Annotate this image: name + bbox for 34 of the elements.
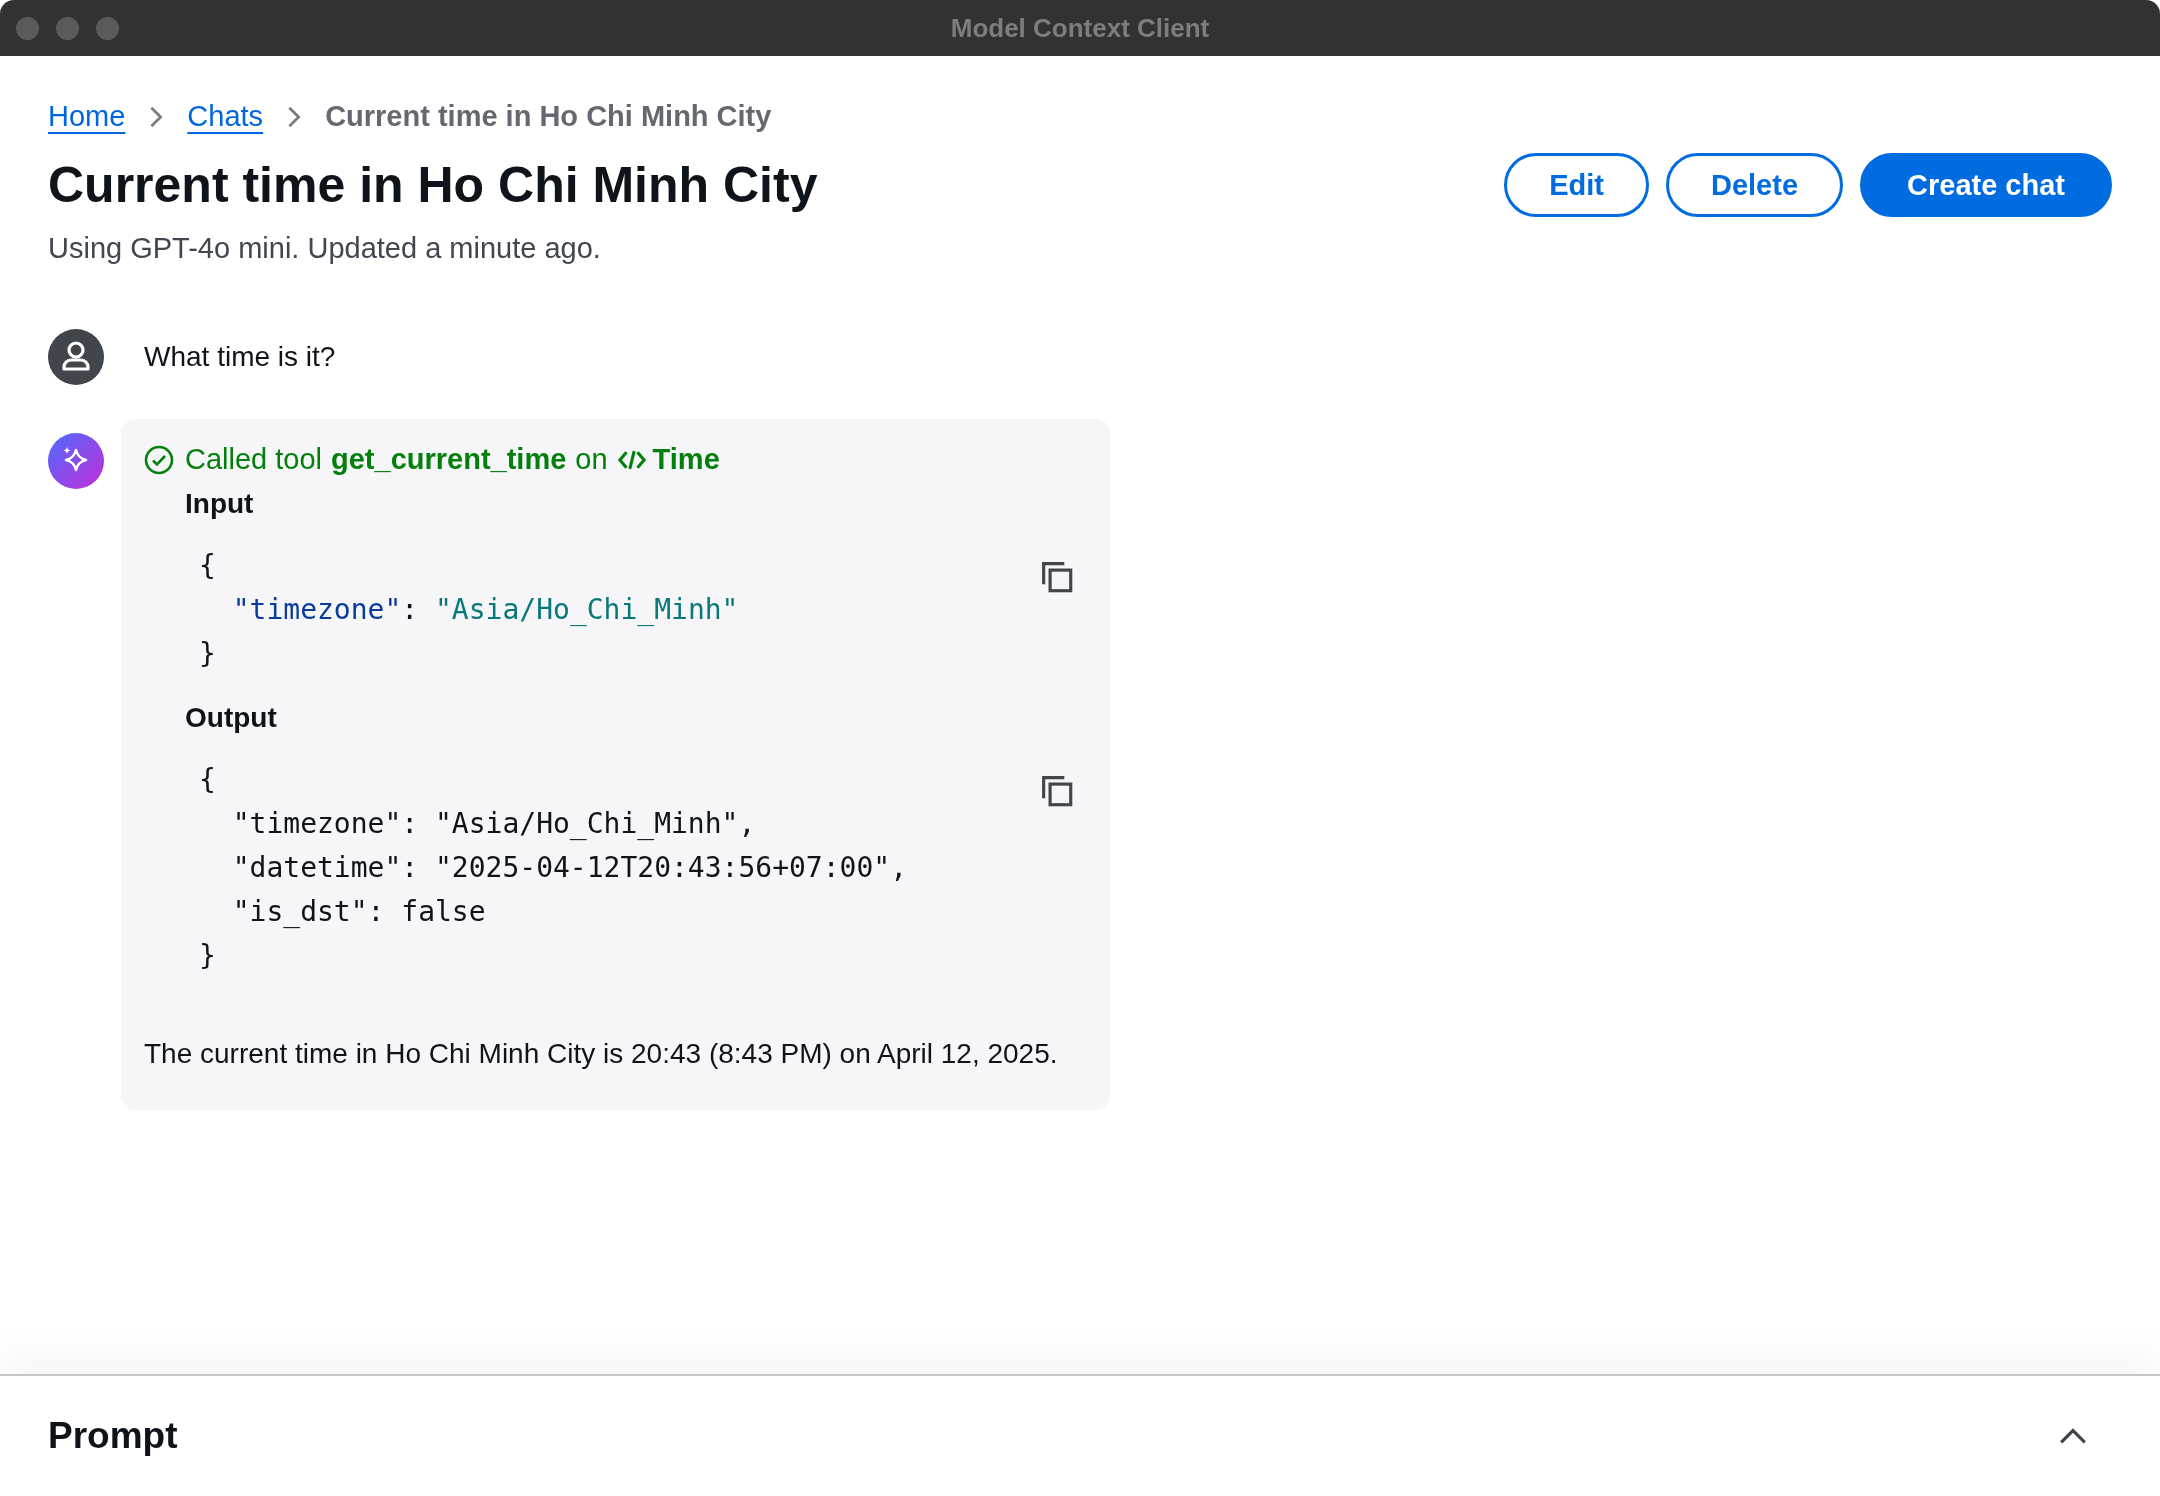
action-button[interactable]: Edit xyxy=(1504,153,1649,217)
copy-icon[interactable] xyxy=(1040,560,1074,594)
user-avatar-icon xyxy=(48,329,104,385)
code-line: } xyxy=(199,636,217,672)
chevron-right-icon xyxy=(149,104,164,129)
code-line: { xyxy=(199,762,217,798)
chevron-right-icon xyxy=(287,104,302,129)
breadcrumb-current: Current time in Ho Chi Minh City xyxy=(325,100,772,133)
assistant-message: The current time in Ho Chi Minh City is 20:43 (8:43 PM) on April 12, 2025. xyxy=(144,1038,1059,1070)
copy-icon[interactable] xyxy=(1040,774,1074,808)
sparkle-avatar-icon xyxy=(48,433,104,489)
action-button[interactable]: Delete xyxy=(1666,153,1844,217)
code-line: "datetime": "2025-04-12T20:43:56+07:00", xyxy=(231,850,907,886)
breadcrumb-link[interactable]: Chats xyxy=(187,100,264,133)
code-line: "timezone": "Asia/Ho_Chi_Minh" xyxy=(231,592,739,628)
tool-call-connector: on xyxy=(575,443,608,476)
server-name: Time xyxy=(652,443,720,476)
breadcrumb-link[interactable]: Home xyxy=(48,100,126,133)
window-title: Model Context Client xyxy=(950,12,1210,44)
page-subtitle: Using GPT-4o mini. Updated a minute ago. xyxy=(48,232,602,265)
section-heading: Output xyxy=(185,702,278,734)
code-line: "is_dst": false xyxy=(231,894,487,930)
code-icon xyxy=(616,448,647,471)
action-button[interactable]: Create chat xyxy=(1860,153,2112,217)
prompt-title: Prompt xyxy=(48,1415,178,1457)
code-line: } xyxy=(199,938,217,974)
section-heading: Input xyxy=(185,488,255,520)
code-line: "timezone": "Asia/Ho_Chi_Minh", xyxy=(231,806,757,842)
user-message: What time is it? xyxy=(144,341,336,373)
tool-call-label: Called tool xyxy=(185,443,323,476)
tool-name: get_current_time xyxy=(331,443,567,476)
chevron-up-icon[interactable] xyxy=(2058,1426,2088,1446)
page-title: Current time in Ho Chi Minh City xyxy=(48,156,818,215)
code-line: { xyxy=(199,548,217,584)
